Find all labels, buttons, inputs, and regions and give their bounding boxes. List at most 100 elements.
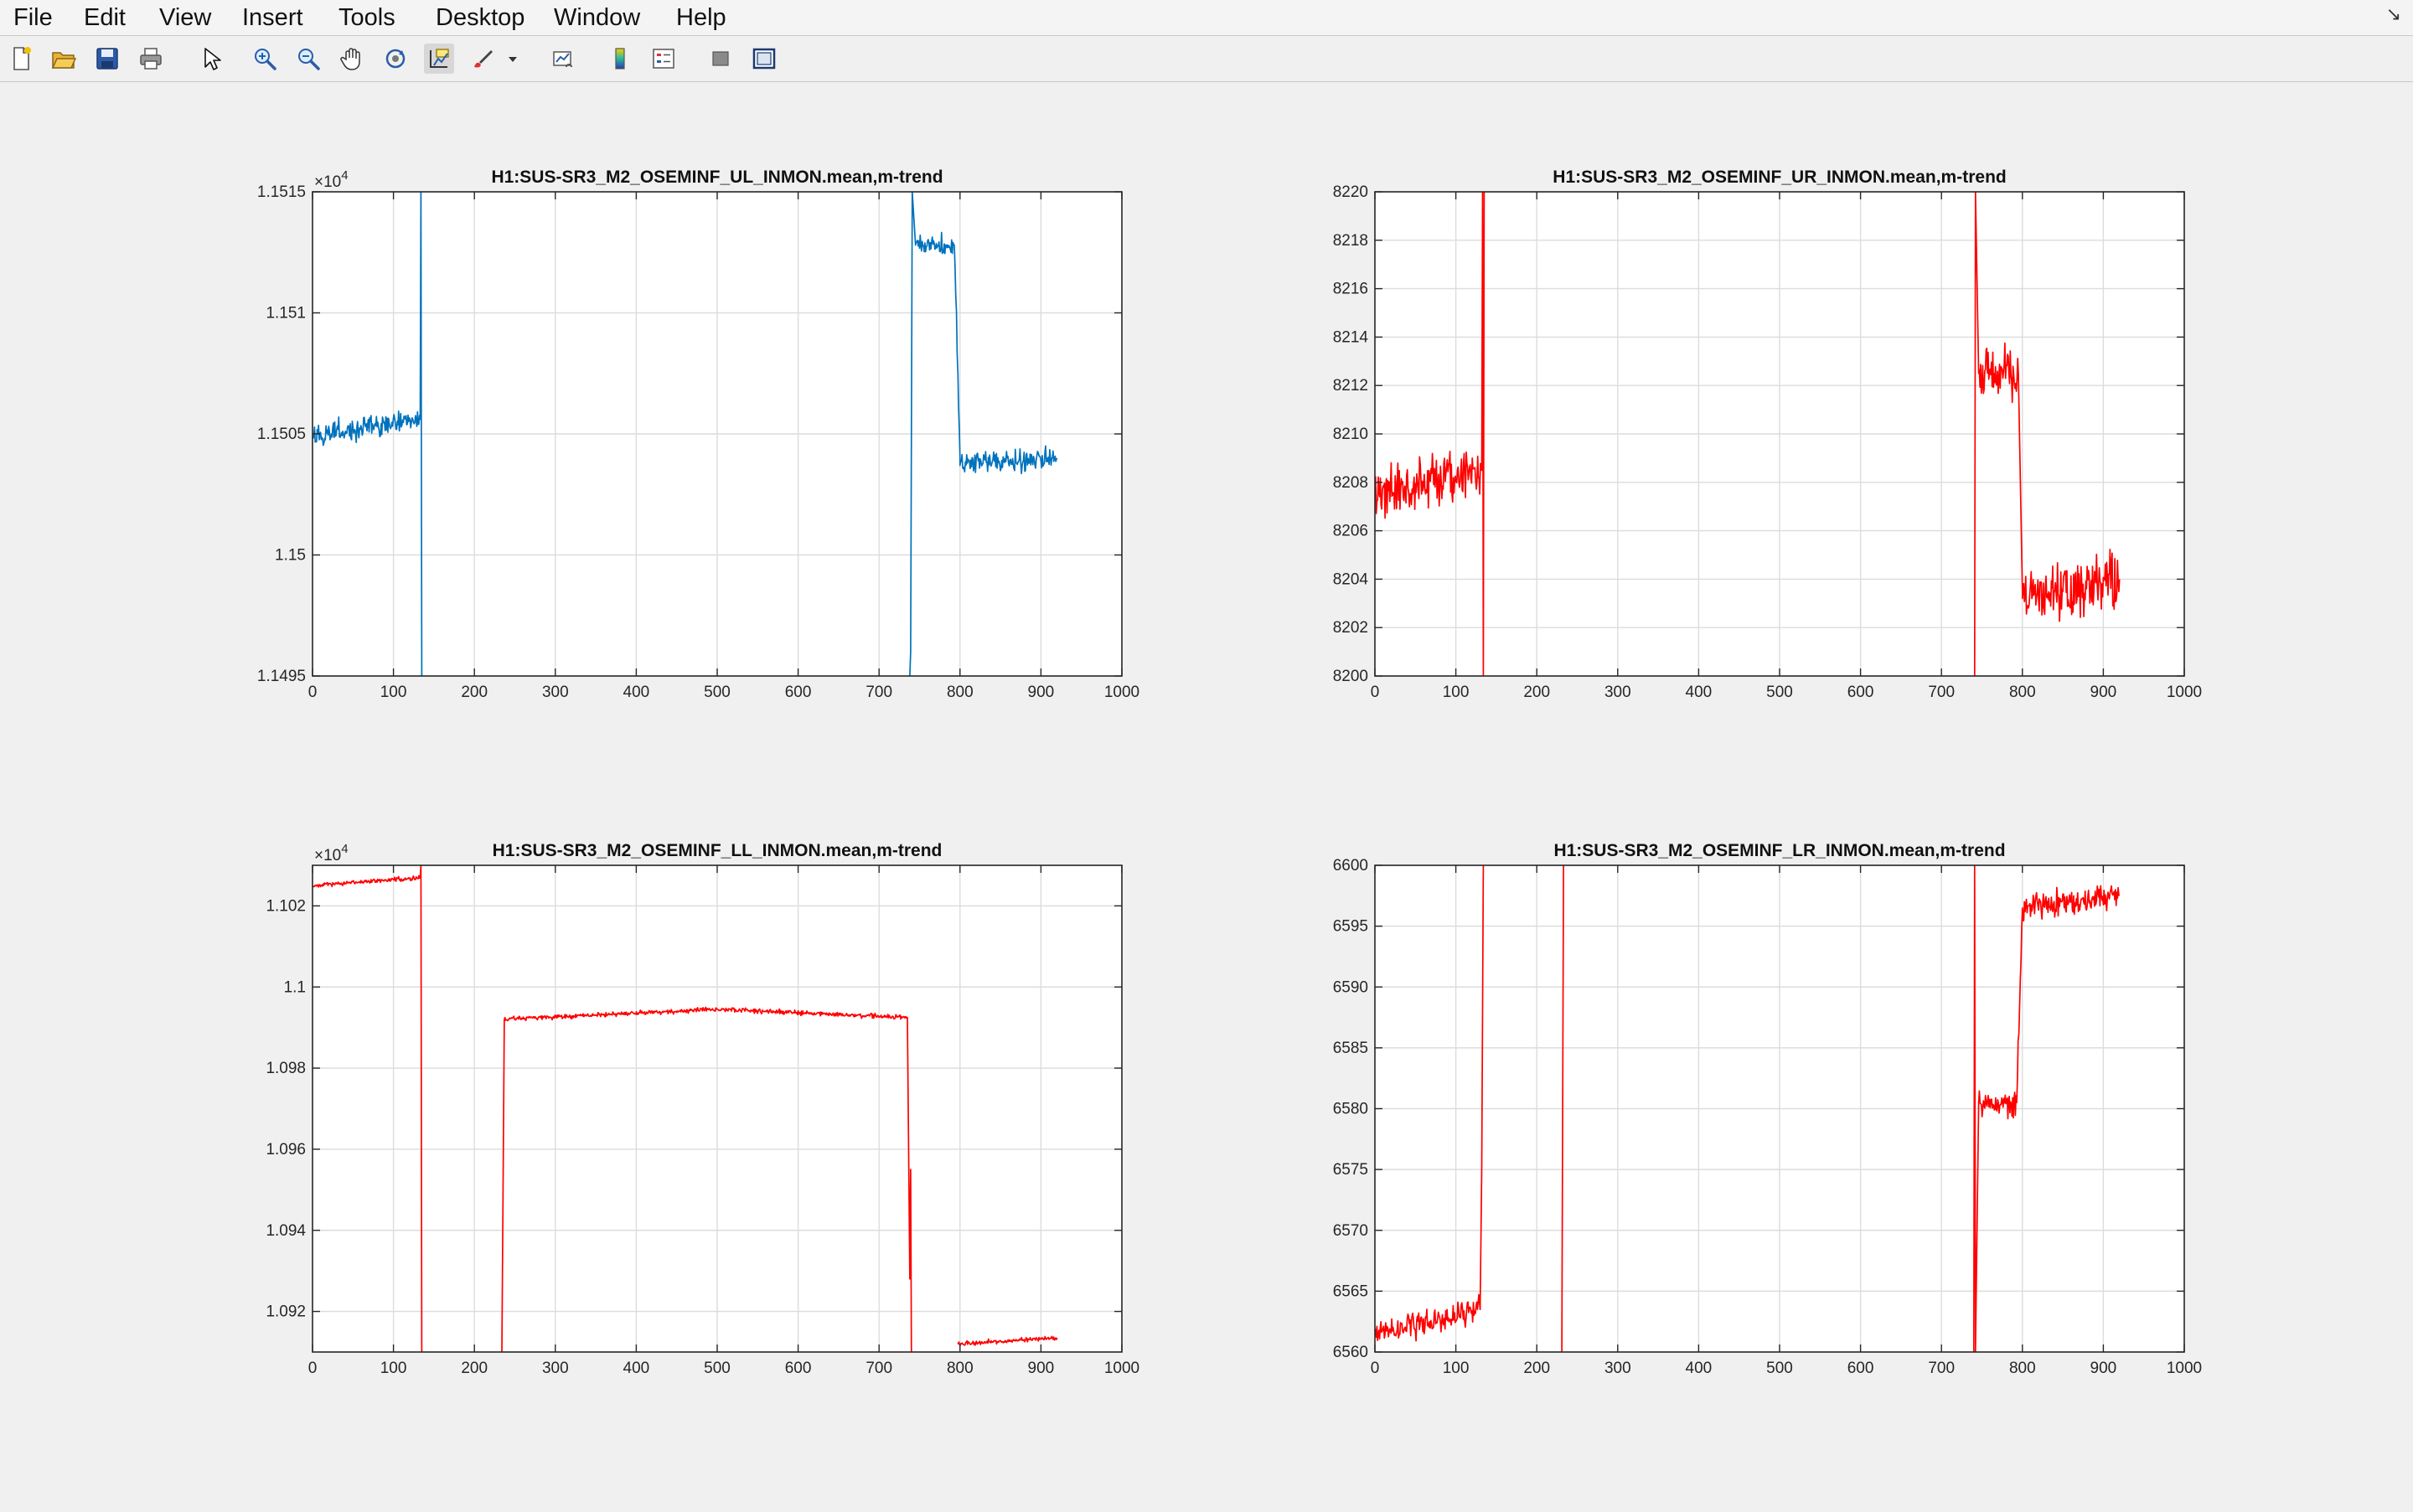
y-tick-label: 6600 xyxy=(1333,857,1368,875)
x-tick-label: 700 xyxy=(1928,1360,1955,1377)
menu-window[interactable]: Window xyxy=(549,0,645,35)
dropdown-arrow-icon[interactable] xyxy=(504,44,521,74)
zoom-out-icon[interactable] xyxy=(293,44,323,74)
figure-canvas: 0 100 200 300 400 500 600 700 800 900 1000 1.1495 1.… xyxy=(0,82,2413,1508)
menu-view[interactable]: View xyxy=(154,0,216,35)
link-plot-icon[interactable] xyxy=(548,44,578,74)
new-figure-icon[interactable] xyxy=(6,44,36,74)
legend-icon[interactable] xyxy=(648,44,679,74)
y-tick-label: 1.1 xyxy=(284,978,306,996)
subplot-title: H1:SUS-SR3_M2_OSEMINF_LL_INMON.mean,m-tr… xyxy=(493,841,943,860)
y-tick-label: 8204 xyxy=(1333,570,1369,588)
hide-plot-tools-icon[interactable] xyxy=(705,44,736,74)
x-tick-label: 0 xyxy=(308,1360,318,1377)
colorbar-icon[interactable] xyxy=(605,44,635,74)
y-exponent-power: 4 xyxy=(341,168,348,183)
collapse-toolbar-icon[interactable]: ↘ xyxy=(2386,3,2401,25)
x-tick-label: 600 xyxy=(1847,684,1874,701)
y-tick-label: 6595 xyxy=(1333,918,1368,936)
y-tick-label: 6590 xyxy=(1333,978,1368,996)
y-tick-label: 1.098 xyxy=(266,1060,306,1077)
y-tick-label: 6580 xyxy=(1333,1101,1368,1118)
y-tick-label: 6565 xyxy=(1333,1282,1368,1300)
x-tick-label: 200 xyxy=(461,1360,488,1377)
x-tick-label: 800 xyxy=(2009,1360,2036,1377)
x-tick-label: 700 xyxy=(865,1360,892,1377)
open-file-icon[interactable] xyxy=(49,44,79,74)
y-tick-label: 6575 xyxy=(1333,1161,1368,1179)
y-tick-label: 8220 xyxy=(1333,183,1368,201)
y-tick-label: 1.102 xyxy=(266,897,306,915)
menu-tools[interactable]: Tools xyxy=(333,0,400,35)
x-tick-label: 700 xyxy=(865,684,892,701)
menu-edit[interactable]: Edit xyxy=(79,0,131,35)
brush-icon[interactable] xyxy=(468,44,498,74)
x-tick-label: 100 xyxy=(1443,684,1470,701)
y-tick-label: 8214 xyxy=(1333,328,1369,346)
x-tick-label: 300 xyxy=(542,1360,569,1377)
x-tick-label: 1000 xyxy=(2167,1360,2202,1377)
subplot-1: 0 100 200 300 400 500 600 700 800 900 1000 1.1495 1.… xyxy=(257,168,1139,701)
subplot-title: H1:SUS-SR3_M2_OSEMINF_LR_INMON.mean,m-tr… xyxy=(1553,841,2005,860)
x-tick-label: 800 xyxy=(947,1360,974,1377)
y-tick-label: 1.1495 xyxy=(257,668,306,685)
data-cursor-icon[interactable] xyxy=(424,44,454,74)
x-tick-label: 500 xyxy=(704,1360,731,1377)
y-tick-label: 1.1505 xyxy=(257,426,306,443)
x-tick-label: 800 xyxy=(2009,684,2036,701)
menu-insert[interactable]: Insert xyxy=(237,0,308,35)
x-tick-label: 1000 xyxy=(2167,684,2202,701)
y-tick-label: 6570 xyxy=(1333,1222,1368,1240)
save-icon[interactable] xyxy=(92,44,122,74)
x-tick-label: 400 xyxy=(623,684,650,701)
y-tick-label: 8206 xyxy=(1333,523,1368,540)
x-tick-label: 900 xyxy=(1028,1360,1055,1377)
show-plot-tools-icon[interactable] xyxy=(749,44,779,74)
x-tick-label: 900 xyxy=(2090,1360,2117,1377)
x-tick-label: 300 xyxy=(1604,684,1631,701)
print-icon[interactable] xyxy=(136,44,166,74)
x-tick-label: 700 xyxy=(1928,684,1955,701)
y-tick-label: 6560 xyxy=(1333,1344,1368,1361)
figure-svg: 0 100 200 300 400 500 600 700 800 900 10001.14951.… xyxy=(257,168,2202,1377)
figure-toolbar xyxy=(0,36,2413,82)
x-tick-label: 200 xyxy=(1523,684,1550,701)
y-tick-label: 1.092 xyxy=(266,1303,306,1321)
y-tick-label: 8212 xyxy=(1333,377,1368,395)
y-tick-label: 6585 xyxy=(1333,1040,1368,1057)
y-exponent-label: ×104 xyxy=(314,842,349,864)
x-tick-label: 1000 xyxy=(1104,684,1139,701)
pointer-arrow-icon[interactable] xyxy=(196,44,226,74)
subplot-2: 0 100 200 300 400 500 600 700 800 900 1000 8200 8202… xyxy=(1333,168,2202,701)
menu-file[interactable]: File xyxy=(8,0,58,35)
subplot-4: 0 100 200 300 400 500 600 700 800 900 1000 6560 6565… xyxy=(1333,841,2202,1377)
y-tick-label: 1.15 xyxy=(275,547,306,565)
x-tick-label: 400 xyxy=(1686,1360,1713,1377)
y-tick-label: 8218 xyxy=(1333,232,1368,250)
subplot-3: 0 100 200 300 400 500 600 700 800 900 1000 1.092 1.0… xyxy=(266,841,1139,1377)
x-tick-label: 500 xyxy=(704,684,731,701)
y-exponent-power: 4 xyxy=(341,842,348,856)
x-tick-label: 200 xyxy=(461,684,488,701)
x-tick-label: 200 xyxy=(1523,1360,1550,1377)
subplot-title: H1:SUS-SR3_M2_OSEMINF_UR_INMON.mean,m-tr… xyxy=(1553,168,2006,187)
x-tick-label: 300 xyxy=(1604,1360,1631,1377)
y-tick-label: 8208 xyxy=(1333,474,1368,492)
x-tick-label: 100 xyxy=(380,1360,407,1377)
zoom-in-icon[interactable] xyxy=(250,44,280,74)
y-tick-label: 1.094 xyxy=(266,1222,306,1240)
x-tick-label: 600 xyxy=(785,684,812,701)
y-tick-label: 8200 xyxy=(1333,668,1368,685)
y-exponent-label: ×104 xyxy=(314,168,349,191)
x-tick-label: 500 xyxy=(1766,1360,1793,1377)
x-tick-label: 300 xyxy=(542,684,569,701)
menu-desktop[interactable]: Desktop xyxy=(431,0,530,35)
x-tick-label: 900 xyxy=(1028,684,1055,701)
pan-hand-icon[interactable] xyxy=(337,44,367,74)
x-tick-label: 600 xyxy=(785,1360,812,1377)
x-tick-label: 100 xyxy=(380,684,407,701)
subplot-title: H1:SUS-SR3_M2_OSEMINF_UL_INMON.mean,m-tr… xyxy=(491,168,943,187)
rotate-3d-icon[interactable] xyxy=(380,44,411,74)
menu-help[interactable]: Help xyxy=(671,0,731,35)
x-tick-label: 0 xyxy=(1371,1360,1380,1377)
